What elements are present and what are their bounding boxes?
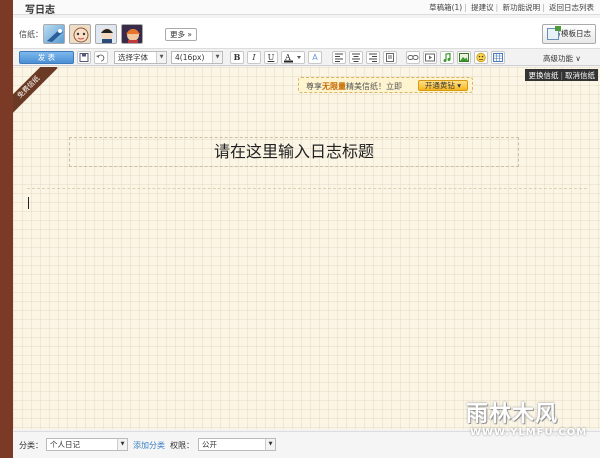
paper-thumb-1[interactable] — [43, 24, 65, 44]
blog-title-input[interactable]: 请在这里输入日志标题 — [69, 137, 519, 167]
title-bar: 写日志 草稿箱(1) | 提建议 | 新功能说明 | 返回日志列表 — [13, 0, 600, 16]
text-effect-icon[interactable]: A — [308, 51, 322, 64]
bold-button[interactable]: B — [230, 51, 244, 64]
template-blog-button[interactable]: 写模板日志 — [542, 24, 596, 44]
drafts-link[interactable]: 草稿箱(1) — [429, 3, 462, 12]
emoji-icon[interactable] — [474, 51, 488, 64]
music-icon[interactable] — [440, 51, 454, 64]
vip-promo-banner: 尊享无限量精美信纸！立即 开通黄钻 ▾ — [298, 77, 473, 93]
image-icon[interactable] — [457, 51, 471, 64]
publish-button[interactable]: 发 表 — [19, 51, 74, 64]
new-features-link[interactable]: 新功能说明 — [503, 3, 541, 12]
watermark-logo: 雨林木风 WWW.YLMFU.COM — [466, 402, 588, 438]
paper-selector-row: 信纸： 更多 » 写模板日志 — [13, 18, 600, 48]
editor-area[interactable]: 免费信纸 更换信纸 | 取消信纸 尊享无限量精美信纸！立即 开通黄钻 ▾ 请在这里输… — [13, 67, 600, 429]
change-paper-link[interactable]: 更换信纸 — [528, 71, 558, 80]
link-icon[interactable] — [406, 51, 420, 64]
save-icon[interactable] — [77, 51, 91, 64]
permission-select[interactable]: 公开 ▼ — [198, 438, 276, 451]
paper-label: 信纸： — [19, 30, 43, 39]
top-links: 草稿箱(1) | 提建议 | 新功能说明 | 返回日志列表 — [429, 3, 594, 12]
underline-button[interactable]: U — [264, 51, 278, 64]
text-cursor — [28, 197, 29, 209]
table-icon[interactable] — [491, 51, 505, 64]
category-select[interactable]: 个人日记 ▼ — [46, 438, 128, 451]
more-papers-button[interactable]: 更多 » — [165, 28, 197, 41]
italic-button[interactable]: I — [247, 51, 261, 64]
permission-label: 权限： — [170, 441, 194, 450]
text-color-button[interactable]: A — [281, 51, 305, 64]
align-left-icon[interactable] — [332, 51, 346, 64]
advanced-features-button[interactable]: 高级功能 ∨ — [543, 53, 581, 64]
align-center-icon[interactable] — [349, 51, 363, 64]
add-category-link[interactable]: 添加分类 — [133, 440, 165, 451]
list-icon[interactable] — [383, 51, 397, 64]
left-decor-bar — [0, 0, 13, 458]
open-yellow-diamond-button[interactable]: 开通黄钻 ▾ — [418, 80, 468, 91]
paper-thumb-4[interactable] — [121, 24, 143, 44]
back-to-list-link[interactable]: 返回日志列表 — [549, 3, 594, 12]
free-paper-ribbon: 免费信纸 — [13, 67, 58, 117]
font-size-select[interactable]: 4(16px) ▼ — [171, 51, 223, 64]
page-title: 写日志 — [25, 5, 55, 16]
paper-actions: 更换信纸 | 取消信纸 — [525, 69, 598, 81]
video-icon[interactable] — [423, 51, 437, 64]
template-icon — [547, 26, 561, 40]
undo-icon[interactable] — [94, 51, 108, 64]
feedback-link[interactable]: 提建议 — [471, 3, 494, 12]
category-label: 分类： — [19, 441, 43, 450]
title-divider — [27, 188, 587, 189]
cancel-paper-link[interactable]: 取消信纸 — [565, 71, 595, 80]
font-family-select[interactable]: 选择字体 ▼ — [114, 51, 167, 64]
paper-thumb-2[interactable] — [69, 24, 91, 44]
align-right-icon[interactable] — [366, 51, 380, 64]
paper-thumb-3[interactable] — [95, 24, 117, 44]
editor-toolbar: 发 表 选择字体 ▼ 4(16px) ▼ B I U A A 高级功能 ∨ — [13, 48, 600, 66]
